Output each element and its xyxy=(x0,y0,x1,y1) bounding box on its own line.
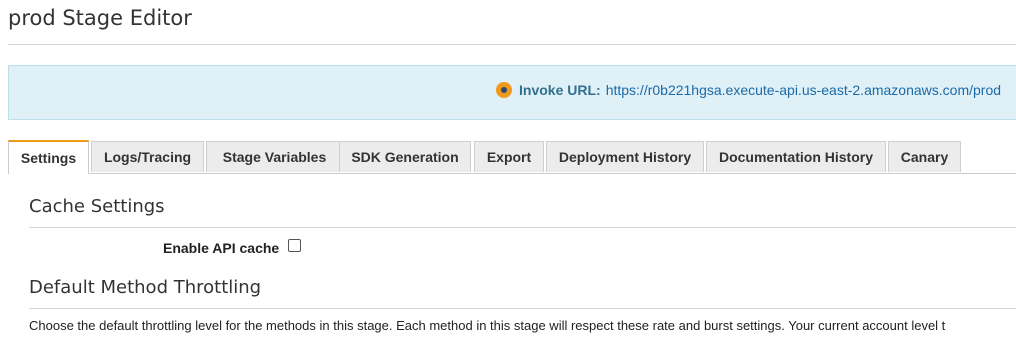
info-dot-icon xyxy=(496,82,512,98)
tab-export[interactable]: Export xyxy=(474,141,544,172)
tab-documentation-history[interactable]: Documentation History xyxy=(706,141,886,172)
throttling-description: Choose the default throttling level for … xyxy=(29,318,946,333)
stage-tabs: Settings Logs/Tracing Stage Variables SD… xyxy=(8,140,1016,174)
cache-settings-divider xyxy=(29,227,1016,228)
invoke-url-banner: Invoke URL: https://r0b221hgsa.execute-a… xyxy=(8,65,1016,120)
enable-api-cache-checkbox[interactable] xyxy=(288,238,302,252)
tab-stage-variables[interactable]: Stage Variables xyxy=(206,141,343,172)
enable-api-cache-label: Enable API cache xyxy=(163,240,280,256)
tab-deployment-history[interactable]: Deployment History xyxy=(546,141,704,172)
title-divider xyxy=(8,44,1016,45)
tab-sdk-generation[interactable]: SDK Generation xyxy=(339,141,471,172)
tab-canary[interactable]: Canary xyxy=(888,141,961,172)
default-method-throttling-heading: Default Method Throttling xyxy=(29,277,262,298)
tab-settings[interactable]: Settings xyxy=(8,140,89,174)
throttling-divider xyxy=(29,308,1016,309)
enable-api-cache-row: Enable API cache xyxy=(163,238,302,256)
cache-settings-heading: Cache Settings xyxy=(29,196,165,217)
invoke-url-row: Invoke URL: https://r0b221hgsa.execute-a… xyxy=(496,80,1001,100)
invoke-url-label: Invoke URL: xyxy=(519,82,601,98)
page-title: prod Stage Editor xyxy=(8,6,192,30)
tab-logs-tracing[interactable]: Logs/Tracing xyxy=(91,141,204,172)
invoke-url-link[interactable]: https://r0b221hgsa.execute-api.us-east-2… xyxy=(606,82,1001,98)
